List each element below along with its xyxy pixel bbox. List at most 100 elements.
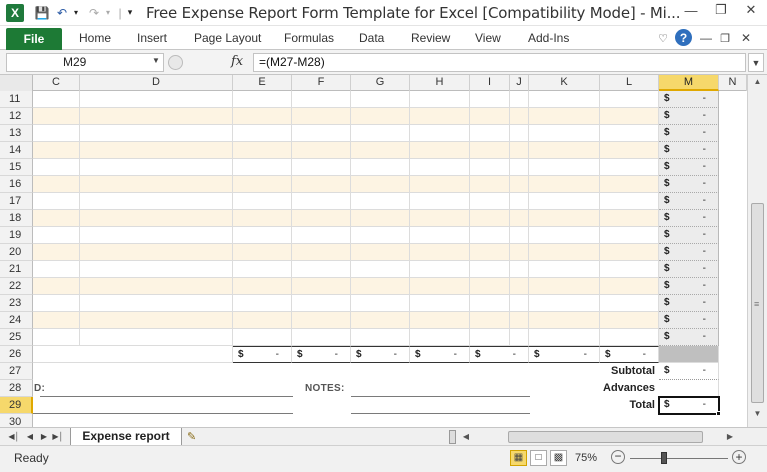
tab-split-handle[interactable] — [449, 430, 456, 444]
cell-m22[interactable]: $ - — [659, 278, 719, 295]
cell-h20[interactable] — [410, 244, 470, 261]
zoom-in-icon[interactable]: + — [732, 450, 746, 464]
ribbon-close-icon[interactable]: ✕ — [737, 29, 755, 47]
cell-e25[interactable] — [233, 329, 292, 346]
cell-c17[interactable] — [33, 193, 80, 210]
cell-m26[interactable] — [659, 346, 719, 363]
sum-cell-i[interactable]: $ - — [470, 346, 529, 363]
cell-j12[interactable] — [510, 108, 529, 125]
fill-handle[interactable] — [716, 411, 721, 416]
tab-page-layout[interactable]: Page Layout — [194, 31, 261, 45]
cell-c20[interactable] — [33, 244, 80, 261]
scroll-up-icon[interactable]: ▲ — [750, 77, 765, 91]
cell-d17[interactable] — [80, 193, 233, 210]
cell-d11[interactable] — [80, 91, 233, 108]
cell-j23[interactable] — [510, 295, 529, 312]
cell-h21[interactable] — [410, 261, 470, 278]
row-header[interactable]: 25 — [0, 329, 33, 346]
expand-formula-bar-icon[interactable]: ▼ — [748, 53, 764, 72]
cell-f15[interactable] — [292, 159, 351, 176]
cell-h15[interactable] — [410, 159, 470, 176]
cell-c24[interactable] — [33, 312, 80, 329]
cell-g12[interactable] — [351, 108, 410, 125]
cell-g21[interactable] — [351, 261, 410, 278]
select-all-corner[interactable] — [0, 75, 33, 91]
row-header[interactable]: 19 — [0, 227, 33, 244]
prev-sheet-icon[interactable]: ◀ — [24, 430, 36, 444]
column-header-j[interactable]: J — [510, 75, 529, 91]
cell-l11[interactable] — [600, 91, 659, 108]
ribbon-collapse-icon[interactable]: ♡ — [654, 29, 672, 47]
zoom-slider[interactable] — [630, 458, 728, 459]
tab-add-ins[interactable]: Add-Ins — [528, 31, 569, 45]
undo-dropdown-icon[interactable]: ▾ — [71, 4, 81, 21]
row-header[interactable]: 26 — [0, 346, 33, 363]
cell-m25[interactable]: $ - — [659, 329, 719, 346]
scroll-left-icon[interactable]: ◀ — [460, 430, 472, 444]
cell-f25[interactable] — [292, 329, 351, 346]
cell-g19[interactable] — [351, 227, 410, 244]
cell-j21[interactable] — [510, 261, 529, 278]
cell-h18[interactable] — [410, 210, 470, 227]
cell-e14[interactable] — [233, 142, 292, 159]
cell-l12[interactable] — [600, 108, 659, 125]
cell-h23[interactable] — [410, 295, 470, 312]
formula-bar-resize-handle[interactable] — [168, 55, 183, 70]
cell-k13[interactable] — [529, 125, 600, 142]
cell-m23[interactable]: $ - — [659, 295, 719, 312]
cell-c13[interactable] — [33, 125, 80, 142]
cell-g20[interactable] — [351, 244, 410, 261]
cell-i17[interactable] — [470, 193, 510, 210]
cell-d16[interactable] — [80, 176, 233, 193]
vertical-scrollbar[interactable]: ▲ ≡ ▼ — [747, 75, 767, 427]
cell-g17[interactable] — [351, 193, 410, 210]
cell-g15[interactable] — [351, 159, 410, 176]
row-header[interactable]: 29 — [0, 397, 33, 414]
cell-j16[interactable] — [510, 176, 529, 193]
cell-l17[interactable] — [600, 193, 659, 210]
insert-function-icon[interactable]: fx — [231, 54, 243, 69]
cell-e16[interactable] — [233, 176, 292, 193]
customize-toolbar-icon[interactable]: ▾ — [124, 4, 136, 21]
cell-h24[interactable] — [410, 312, 470, 329]
cell-e19[interactable] — [233, 227, 292, 244]
sum-cell-f[interactable]: $ - — [292, 346, 351, 363]
cell-d14[interactable] — [80, 142, 233, 159]
formula-input[interactable]: =(M27-M28) — [253, 53, 746, 72]
cell-c19[interactable] — [33, 227, 80, 244]
cell-c16[interactable] — [33, 176, 80, 193]
cell-i20[interactable] — [470, 244, 510, 261]
cell-e15[interactable] — [233, 159, 292, 176]
cell-l20[interactable] — [600, 244, 659, 261]
cell-k23[interactable] — [529, 295, 600, 312]
cell-i14[interactable] — [470, 142, 510, 159]
cell-l24[interactable] — [600, 312, 659, 329]
tab-data[interactable]: Data — [359, 31, 384, 45]
cell-f19[interactable] — [292, 227, 351, 244]
cell-i16[interactable] — [470, 176, 510, 193]
cell-m11[interactable]: $ - — [659, 91, 719, 108]
cell-i11[interactable] — [470, 91, 510, 108]
cell-k17[interactable] — [529, 193, 600, 210]
cell-m27[interactable]: $ - — [659, 363, 719, 380]
row-header[interactable]: 12 — [0, 108, 33, 125]
cell-i23[interactable] — [470, 295, 510, 312]
cell-k14[interactable] — [529, 142, 600, 159]
cell-k24[interactable] — [529, 312, 600, 329]
cell-l21[interactable] — [600, 261, 659, 278]
cell-h16[interactable] — [410, 176, 470, 193]
cell-f13[interactable] — [292, 125, 351, 142]
cell-g14[interactable] — [351, 142, 410, 159]
cell-k21[interactable] — [529, 261, 600, 278]
cell-f18[interactable] — [292, 210, 351, 227]
page-break-view-icon[interactable]: ▩ — [550, 450, 567, 466]
cell-l18[interactable] — [600, 210, 659, 227]
cell-m15[interactable]: $ - — [659, 159, 719, 176]
row-header[interactable]: 18 — [0, 210, 33, 227]
tab-insert[interactable]: Insert — [137, 31, 167, 45]
cell-c23[interactable] — [33, 295, 80, 312]
cell-i15[interactable] — [470, 159, 510, 176]
cell-i25[interactable] — [470, 329, 510, 346]
cell-d12[interactable] — [80, 108, 233, 125]
cell-c18[interactable] — [33, 210, 80, 227]
